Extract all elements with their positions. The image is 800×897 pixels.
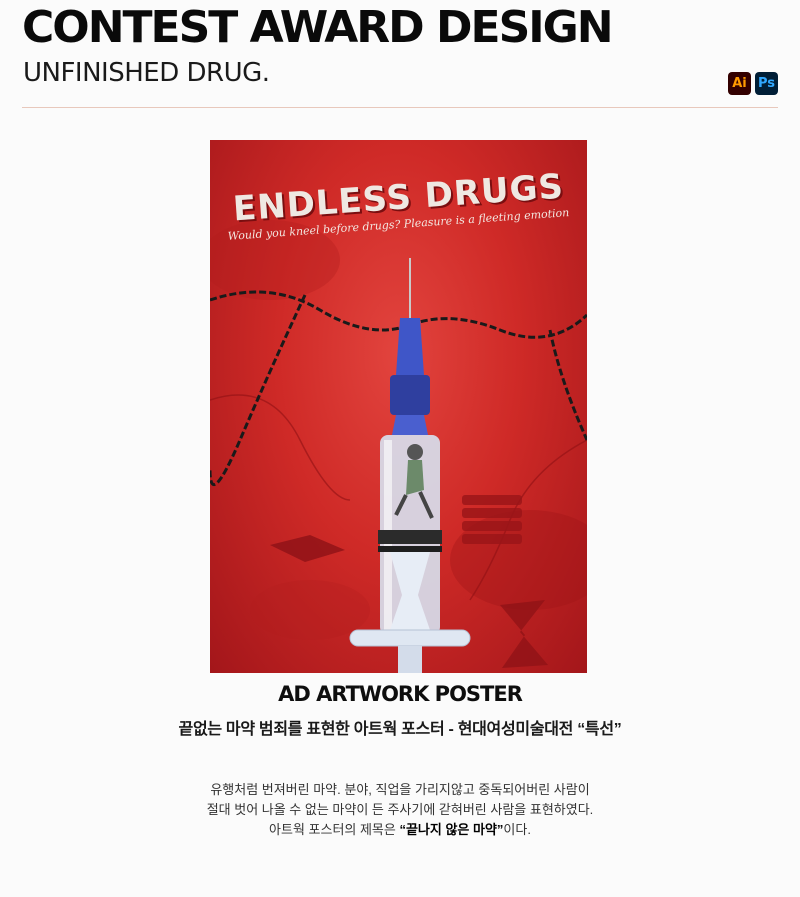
description: 유행처럼 번져버린 마약. 분야, 직업을 가리지않고 중독되어버린 사람이 절… — [0, 780, 800, 840]
header-divider — [22, 107, 778, 108]
page-title: CONTEST AWARD DESIGN — [22, 2, 614, 53]
photoshop-icon: Ps — [755, 72, 778, 95]
illustrator-icon: Ai — [728, 72, 751, 95]
tool-badges: Ai Ps — [728, 72, 778, 95]
page-subtitle: UNFINISHED DRUG. — [23, 58, 270, 88]
description-line-3: 아트웍 포스터의 제목은 “끝나지 않은 마약”이다. — [0, 820, 800, 840]
description-line-3-suffix: 이다. — [503, 822, 531, 837]
poster-heading: AD ARTWORK POSTER — [278, 682, 523, 706]
poster-subheading: 끝없는 마약 범죄를 표현한 아트웍 포스터 - 현대여성미술대전 “특선” — [178, 721, 622, 738]
description-poster-name: “끝나지 않은 마약” — [399, 822, 504, 837]
description-line-3-prefix: 아트웍 포스터의 제목은 — [269, 822, 400, 837]
description-line-2: 절대 벗어 나올 수 없는 마약이 든 주사기에 갇혀버린 사람을 표현하였다. — [206, 802, 594, 817]
poster-image: ENDLESS DRUGS Would you kneel before dru… — [210, 140, 587, 673]
description-line-1: 유행처럼 번져버린 마약. 분야, 직업을 가리지않고 중독되어버린 사람이 — [210, 782, 590, 797]
